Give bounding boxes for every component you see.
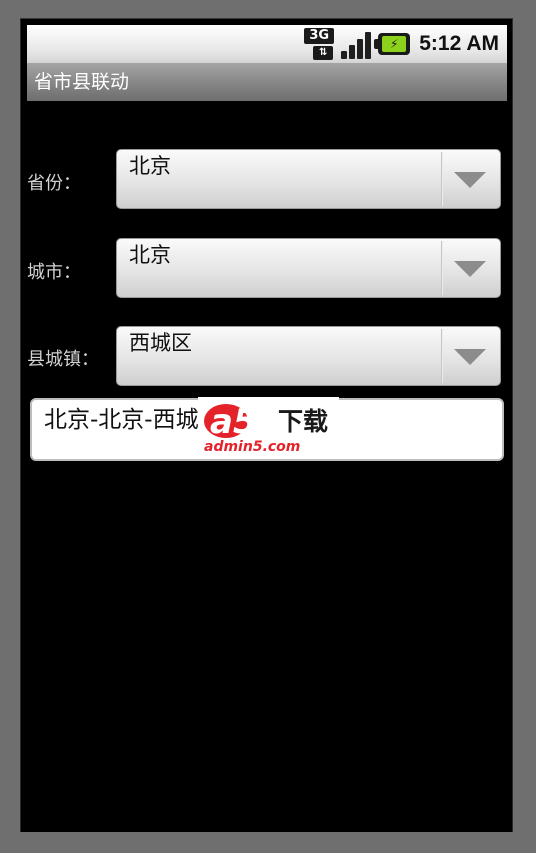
city-spinner-value: 北京 <box>129 243 171 267</box>
status-icons: 3G ⇅ ⚡ 5:12 AM <box>304 25 499 63</box>
status-bar: 3G ⇅ ⚡ 5:12 AM <box>27 25 507 63</box>
data-arrows-icon: ⇅ <box>313 46 334 60</box>
county-label: 县城镇： <box>27 349 99 370</box>
signal-icon <box>341 29 372 59</box>
city-label: 城市： <box>27 262 81 283</box>
logo-site-text: admin5.com <box>204 439 300 455</box>
county-spinner-value: 西城区 <box>129 331 192 355</box>
province-spinner[interactable]: 北京 <box>116 149 501 209</box>
charging-bolt-icon: ⚡ <box>390 37 399 51</box>
battery-charging-icon: ⚡ <box>374 33 411 55</box>
spinner-divider <box>441 329 443 383</box>
county-spinner[interactable]: 西城区 <box>116 326 501 386</box>
status-clock: 5:12 AM <box>419 32 499 55</box>
logo-label-text: 下载 <box>278 407 328 436</box>
chevron-down-icon <box>454 172 486 188</box>
province-label: 省份： <box>27 173 81 194</box>
3g-data-icon: 3G ⇅ <box>304 28 335 60</box>
spinner-divider <box>441 241 443 295</box>
chevron-down-icon <box>454 261 486 277</box>
province-spinner-value: 北京 <box>129 154 171 178</box>
phone-screen: 3G ⇅ ⚡ 5:12 AM 省市县联动 省份： 北京 城市： 北京 县城镇： … <box>20 18 513 832</box>
city-spinner[interactable]: 北京 <box>116 238 501 298</box>
result-text: 北京-北京-西城区 <box>44 407 222 433</box>
app-title-bar: 省市县联动 <box>27 63 507 101</box>
a5-logo-icon: a5 下载 admin5.com <box>204 402 328 455</box>
chevron-down-icon <box>454 349 486 365</box>
spinner-divider <box>441 152 443 206</box>
network-type-label: 3G <box>304 28 335 44</box>
logo-brand-text: a5 <box>210 402 257 442</box>
watermark-logo: a5 下载 admin5.com <box>198 397 339 457</box>
